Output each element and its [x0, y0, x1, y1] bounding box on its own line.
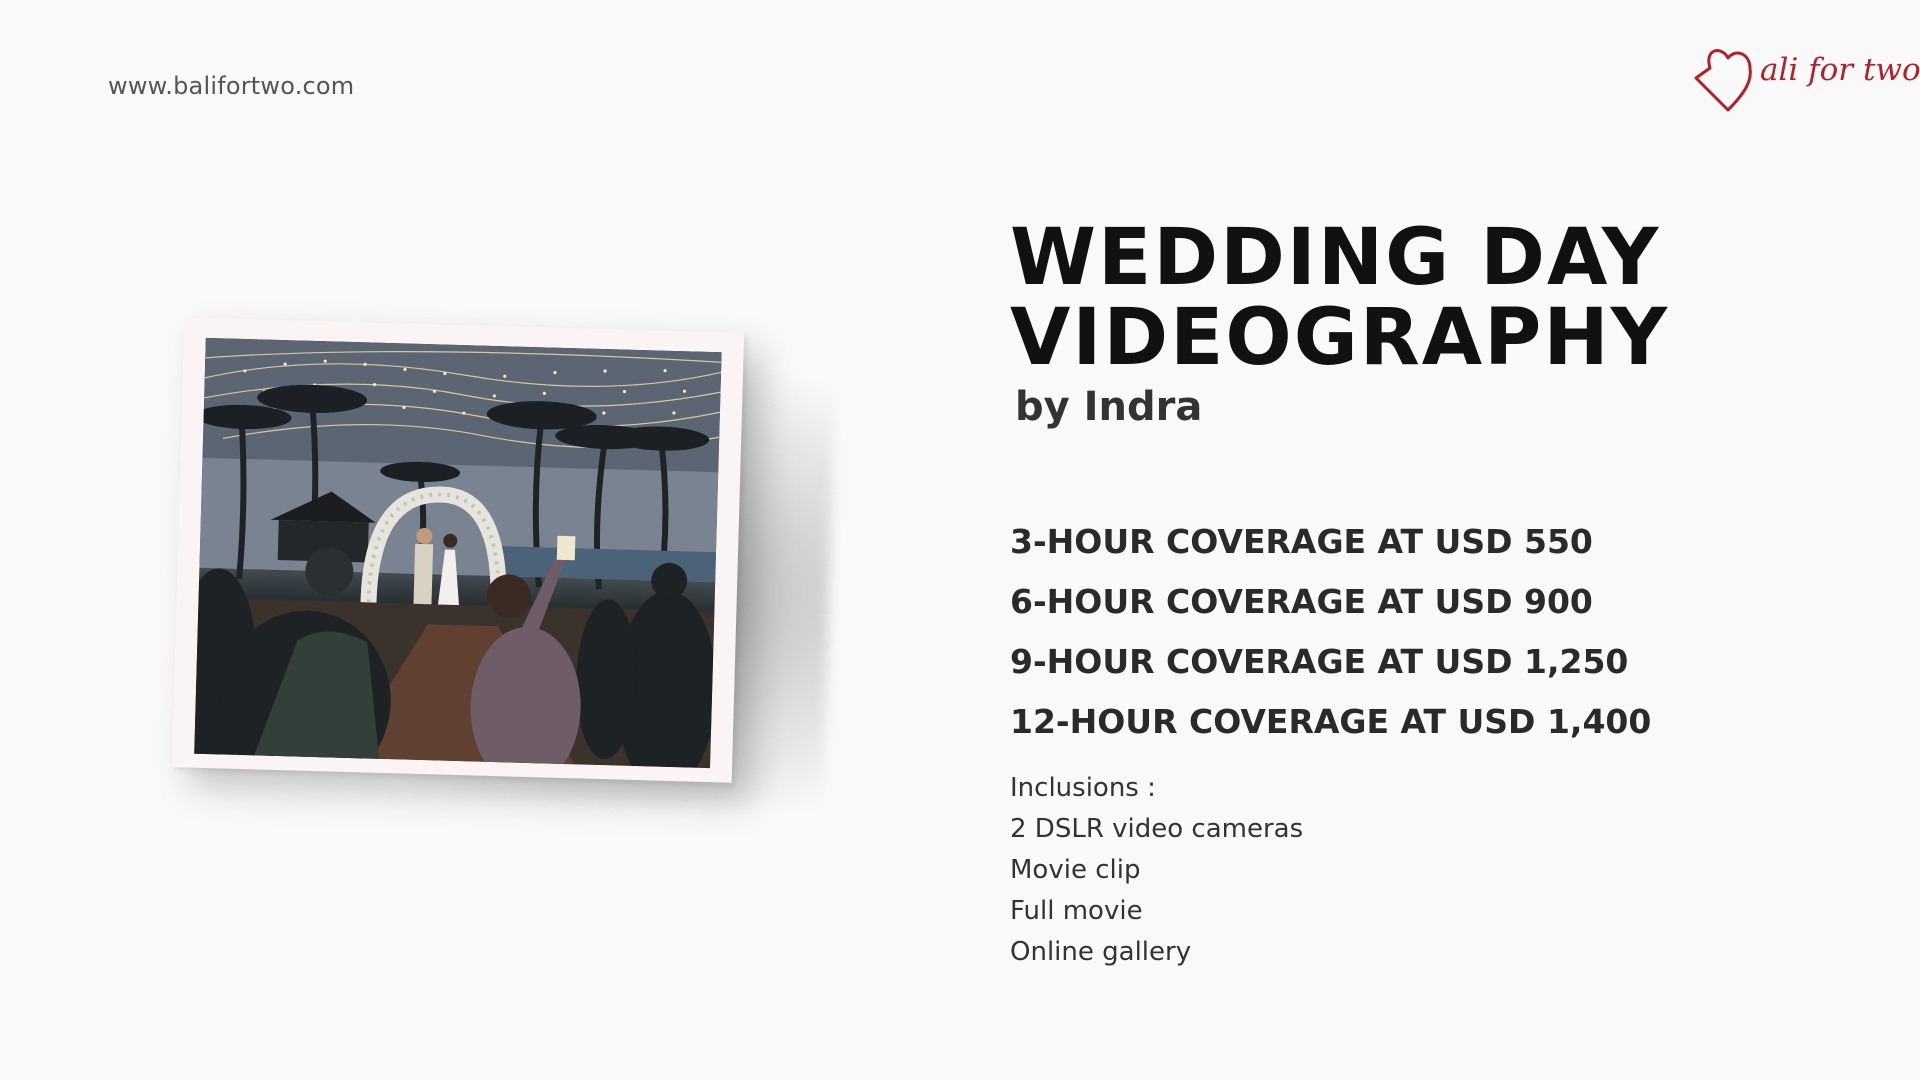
pricing-item: 12-HOUR COVERAGE AT USD 1,400	[1010, 702, 1652, 741]
website-url[interactable]: www.balifortwo.com	[108, 72, 354, 100]
slide: www.balifortwo.com ali for two WEDDING D…	[0, 0, 1920, 1080]
pricing-item: 3-HOUR COVERAGE AT USD 550	[1010, 522, 1593, 561]
brand-logo[interactable]: ali for two	[1688, 34, 1920, 114]
photo-frame	[171, 317, 745, 783]
inclusion-item: Movie clip	[1010, 855, 1141, 885]
wedding-ceremony-photo	[194, 337, 722, 769]
title-line-1: WEDDING DAY	[1010, 213, 1661, 303]
inclusion-item: 2 DSLR video cameras	[1010, 814, 1304, 844]
pricing-item: 6-HOUR COVERAGE AT USD 900	[1010, 582, 1593, 621]
logo-text: ali for two	[1760, 52, 1920, 88]
subtitle: by Indra	[1015, 384, 1203, 430]
inclusions: Inclusions : 2 DSLR video cameras Movie …	[1010, 768, 1303, 973]
page-title: WEDDING DAY VIDEOGRAPHY	[1010, 218, 1669, 378]
inclusion-item: Online gallery	[1010, 937, 1192, 967]
pricing-item: 9-HOUR COVERAGE AT USD 1,250	[1010, 642, 1629, 681]
inclusion-item: Full movie	[1010, 896, 1143, 926]
inclusions-title: Inclusions :	[1010, 773, 1156, 803]
title-line-2: VIDEOGRAPHY	[1010, 293, 1670, 383]
pricing-list: 3-HOUR COVERAGE AT USD 550 6-HOUR COVERA…	[1010, 512, 1651, 752]
inclusions-list: 2 DSLR video cameras Movie clip Full mov…	[1010, 809, 1303, 973]
heart-icon	[1694, 49, 1752, 112]
